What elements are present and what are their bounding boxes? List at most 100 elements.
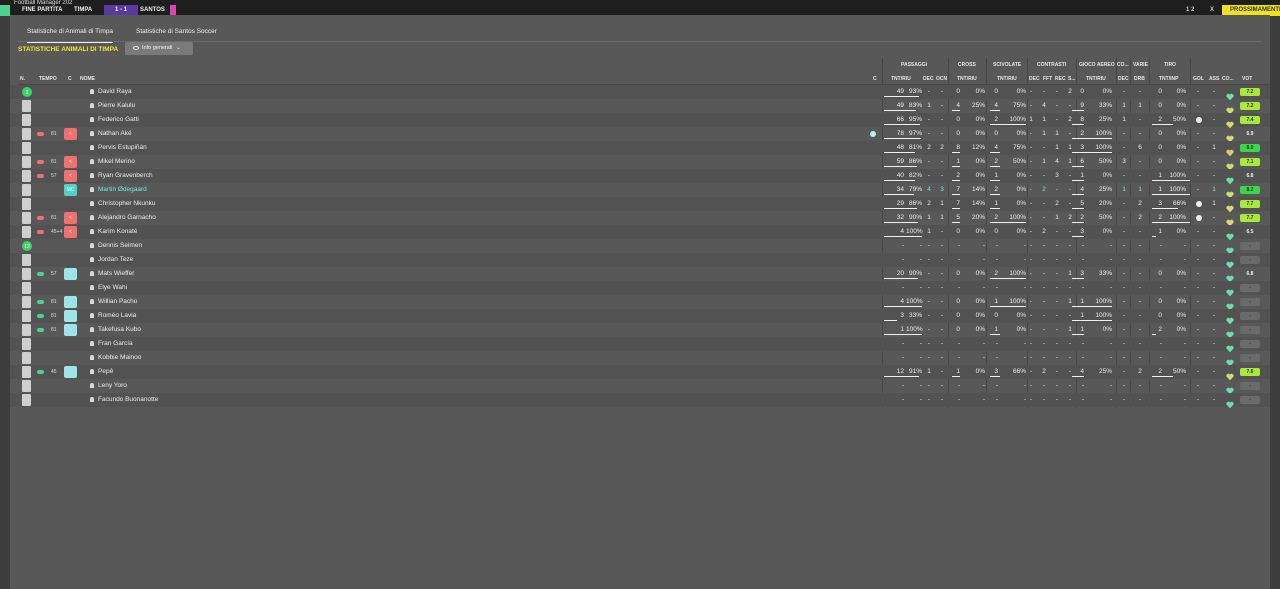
table-row[interactable]: 1 David Raya 49 93% - -0 0% 0 0% - - -2 0 0% - -0 0% - -7.… <box>10 85 1270 101</box>
contrasti-2: - <box>1055 284 1059 291</box>
table-row[interactable]: Kobbie Mainoo - - - - - - - - - - - - - - - - - - - - - <box>10 351 1270 367</box>
person-icon <box>90 340 94 346</box>
table-row[interactable]: Elye Wahi - - - - - - - - - - - - - - - - - - - - - <box>10 281 1270 297</box>
column-header-3[interactable]: TNT/RIU <box>957 76 977 82</box>
heart-icon <box>1226 340 1234 353</box>
table-row[interactable]: 81 Willian Pacho 4 100% - -0 0% 1 100% - - -1 1 100% -… <box>10 295 1270 311</box>
player-name[interactable]: Ryan Gravenberch <box>90 169 153 183</box>
player-name[interactable]: Christopher Nkunku <box>90 197 155 211</box>
column-header-8[interactable]: S... <box>1068 76 1076 82</box>
table-row[interactable]: 45 Pepê 12 91% 1-1 0% 3 66% -2- -4 25% -2 2 50% - -7.6 <box>10 365 1270 381</box>
column-header-4[interactable]: TNT/RIU <box>997 76 1017 82</box>
column-header-10[interactable]: DEC <box>1118 76 1129 82</box>
kit-number <box>22 352 31 364</box>
player-name[interactable]: Karim Konaté <box>90 225 137 239</box>
player-name[interactable]: Pepê <box>90 365 113 379</box>
column-header-7[interactable]: REC <box>1055 76 1066 82</box>
column-header-2[interactable]: OCN <box>936 76 947 82</box>
aerial-bar <box>1072 138 1112 139</box>
table-row[interactable]: 57 Mats Wieffer 20 90% - -0 0% 2 100% - - -1 3 33% - -0… <box>10 267 1270 283</box>
table-row[interactable]: Leny Yoro - - - - - - - - - - - - - - - - - - - - - <box>10 379 1270 395</box>
cross-pct: 0% <box>975 228 985 235</box>
player-name[interactable]: Mikel Merino <box>90 155 135 169</box>
cross-pct: 0% <box>975 368 985 375</box>
column-header-0[interactable]: TNT/RIU <box>891 76 911 82</box>
column-header-1[interactable]: DEC <box>923 76 934 82</box>
tab-santos-stats[interactable]: Statistiche di Santos Soccer <box>136 27 217 37</box>
table-row[interactable]: 81 < Alejandro Garnacho 32 90% 1 1 5 20% 2 100% - -1… <box>10 211 1270 227</box>
assists: - <box>1212 368 1216 375</box>
tackles-attempted: - <box>995 396 998 403</box>
cross-pct: - <box>982 354 985 361</box>
table-row[interactable]: 81 Takefusa Kubo 1 100% - -0 0% 1 0% - - -1 1 0% - -2 0%… <box>10 323 1270 339</box>
contrasti-0: - <box>1029 312 1033 319</box>
shots-pct: 0% <box>1176 298 1186 305</box>
contrasti-2: - <box>1055 228 1059 235</box>
table-row[interactable]: Pervis Estupiñán 48 81% 2 2 8 12% 4 75% - -1 1 3 100%… <box>10 141 1270 157</box>
tackles-pct: - <box>1023 256 1026 263</box>
goals: - <box>1196 270 1200 277</box>
co-value: - <box>1122 354 1126 361</box>
player-name-text: Alejandro Garnacho <box>98 214 156 221</box>
player-name[interactable]: Nathan Aké <box>90 127 132 141</box>
player-name[interactable]: Leny Yoro <box>90 379 127 393</box>
passes-bar <box>884 222 919 223</box>
table-row[interactable]: Jordan Teze - - - - - - - - - - - - - - - - - - - - - <box>10 253 1270 269</box>
heart-icon <box>1226 368 1234 381</box>
column-header-5[interactable]: DEC <box>1029 76 1040 82</box>
column-header-6[interactable]: FFT <box>1043 76 1052 82</box>
heart-icon <box>1226 326 1234 339</box>
player-name[interactable]: Facundo Buonanotte <box>90 393 158 407</box>
person-icon <box>90 354 94 360</box>
column-header-11[interactable]: DRB <box>1134 76 1145 82</box>
player-name[interactable]: Roméo Lavia <box>90 309 136 323</box>
aerial-pct: 50% <box>1098 158 1112 165</box>
player-name[interactable]: Pervis Estupiñán <box>90 141 147 155</box>
contrasti-0: - <box>1029 186 1033 193</box>
dribbles: - <box>1138 298 1142 305</box>
column-header-9[interactable]: TNT/RIU <box>1086 76 1106 82</box>
contrasti-2: - <box>1055 242 1059 249</box>
view-dropdown[interactable]: Info generali ⌄ <box>125 42 193 55</box>
table-row[interactable]: 81 Roméo Lavia 3 33% - -0 0% 0 0% - - - -1 100% - -0 0% -… <box>10 309 1270 325</box>
column-header-14[interactable]: ASS <box>1209 76 1219 82</box>
passes-ocn: - <box>940 256 944 263</box>
column-header-13[interactable]: GOL <box>1193 76 1204 82</box>
player-name[interactable]: Martin Ødegaard <box>90 183 147 197</box>
player-name[interactable]: Federico Gatti <box>90 113 139 127</box>
minute-played: 81 <box>51 313 57 319</box>
player-name[interactable]: Willian Pacho <box>90 295 137 309</box>
player-name[interactable]: Elye Wahi <box>90 281 127 295</box>
table-row[interactable]: 12 Dennis Seimen - - - - - - - - - - - - - - - - - - - - - <box>10 239 1270 255</box>
table-row[interactable]: 57 < Ryan Gravenberch 40 82% - -2 0% 1 0% - -3-1 0% -… <box>10 169 1270 185</box>
player-name[interactable]: Jordan Teze <box>90 253 133 267</box>
contrasti-2: - <box>1055 116 1059 123</box>
table-row[interactable]: Facundo Buonanotte - - - - - - - - - - - - - - - - - - - - - <box>10 393 1270 409</box>
table-row[interactable]: 81 < Nathan Aké 78 97% - -0 0% 0 0% -1 1-2 100% - -0 0%… <box>10 127 1270 143</box>
player-name[interactable]: David Raya <box>90 85 132 99</box>
table-row[interactable]: Fran García - - - - - - - - - - - - - - - - - - - - - <box>10 337 1270 353</box>
table-row[interactable]: 81 < Mikel Merino 59 86% - -1 0% 2 50% -1 4 1 6 50% 3-0… <box>10 155 1270 171</box>
table-row[interactable]: Christopher Nkunku 29 86% 2 1 7 14% 1 0% - -2-5 20%… <box>10 197 1270 213</box>
column-header-16[interactable]: VOT <box>1242 76 1252 82</box>
player-name[interactable]: Alejandro Garnacho <box>90 211 156 225</box>
table-row[interactable]: Pierre Kalulu 49 83% 1-4 25% 4 75% -4- -9 33% 1 1 0 0… <box>10 99 1270 115</box>
table-row[interactable]: MC Martin Ødegaard 34 79% 4 3 7 14% 2 0% -2- -4 25% 1… <box>10 183 1270 199</box>
column-header-15[interactable]: CO... <box>1222 76 1234 82</box>
tackles-bar <box>990 110 1000 111</box>
co-value: - <box>1122 368 1126 375</box>
player-name[interactable]: Mats Wieffer <box>90 267 134 281</box>
minute-played: 81 <box>51 327 57 333</box>
column-header-12[interactable]: TNT/INP <box>1159 76 1178 82</box>
tackles-pct: - <box>1023 382 1026 389</box>
aerial-attempted: - <box>1081 382 1084 389</box>
aerial-attempted: - <box>1081 340 1084 347</box>
back-icon[interactable] <box>0 5 10 16</box>
player-name[interactable]: Fran García <box>90 337 133 351</box>
player-name[interactable]: Dennis Seimen <box>90 239 142 253</box>
player-name[interactable]: Takefusa Kubo <box>90 323 141 337</box>
player-name[interactable]: Kobbie Mainoo <box>90 351 141 365</box>
table-row[interactable]: 45+4 < Karim Konaté 4 100% 1-0 0% 0 0% -2- -3 0% - -1… <box>10 225 1270 241</box>
table-row[interactable]: Federico Gatti 66 95% - -0 0% 2 100% 1 1-2 8 25% 1-2… <box>10 113 1270 129</box>
player-name[interactable]: Pierre Kalulu <box>90 99 135 113</box>
